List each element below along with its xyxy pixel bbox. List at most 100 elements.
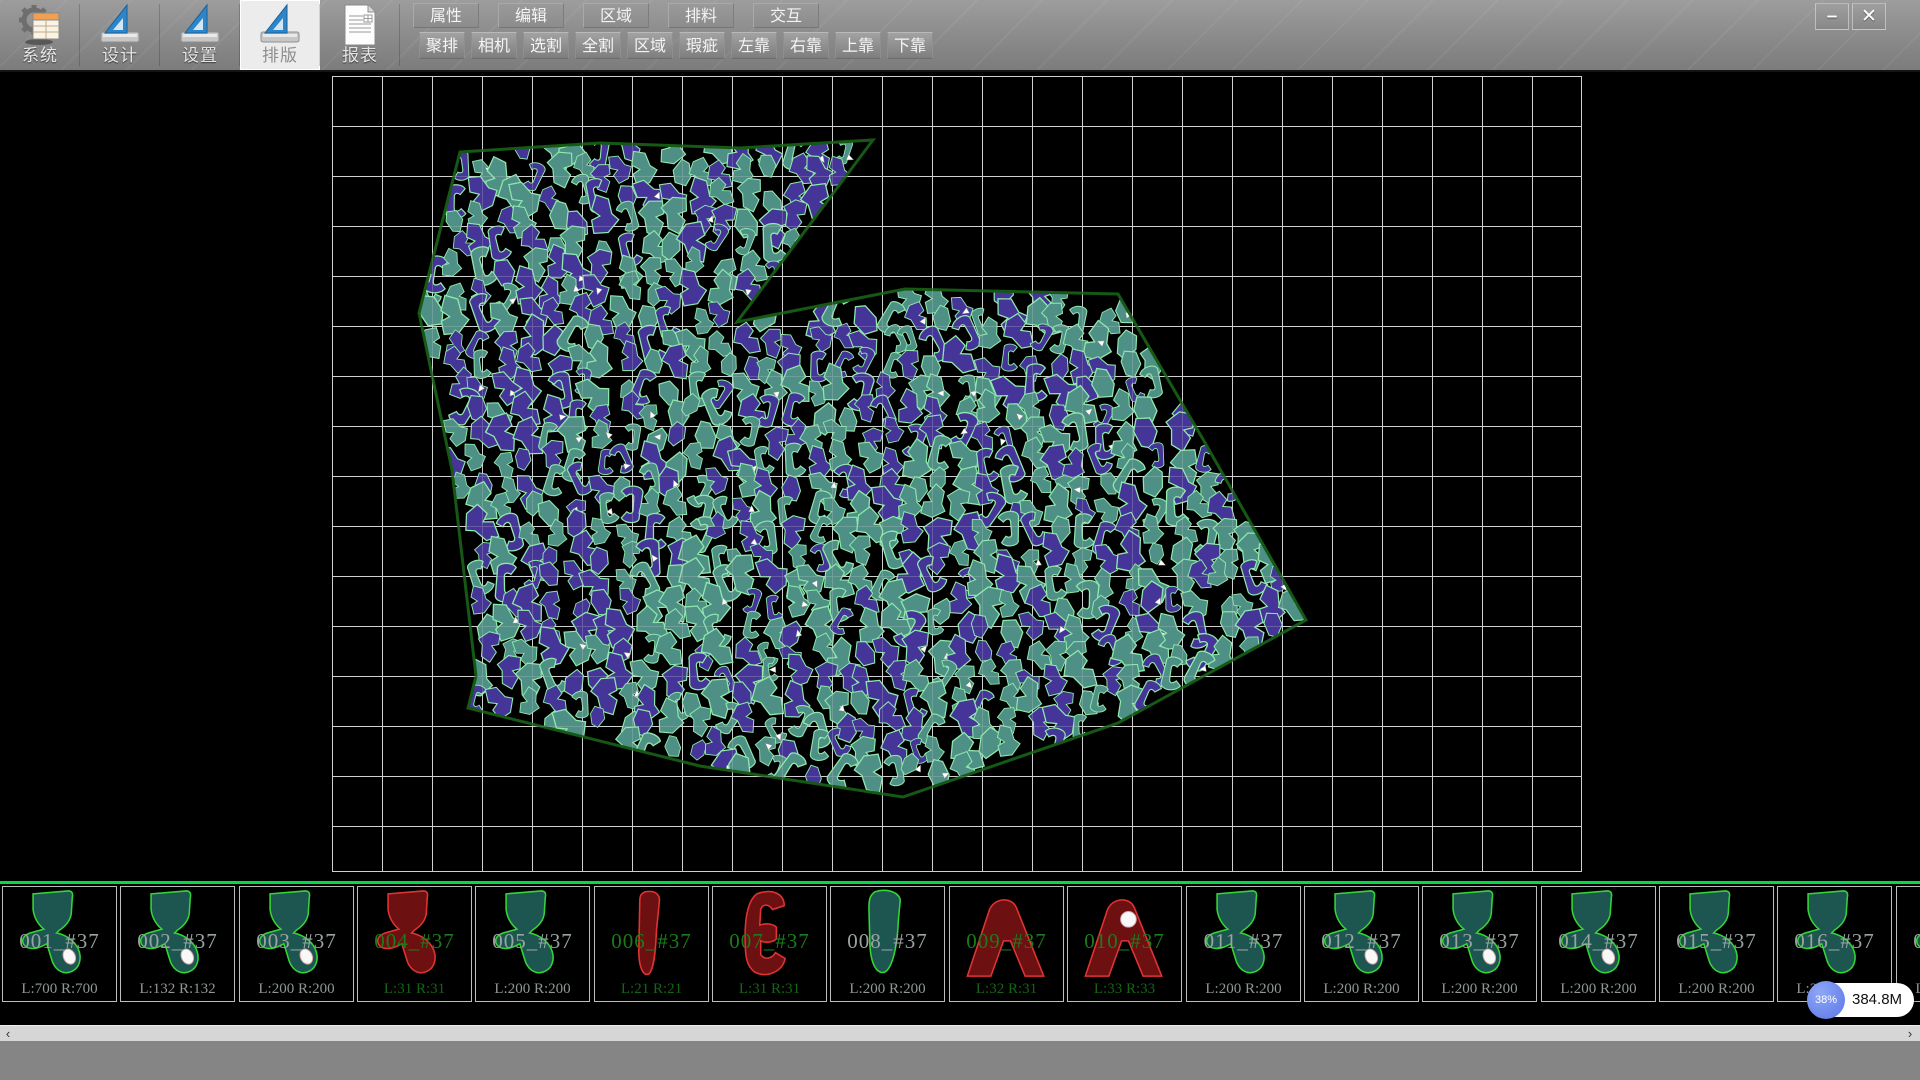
- part-thumbnail-10[interactable]: 010_#37 L:33 R:33: [1067, 886, 1182, 1002]
- tool-button-9[interactable]: 上靠: [835, 32, 881, 59]
- tool-button-10[interactable]: 下靠: [887, 32, 933, 59]
- nested-piece[interactable]: [742, 610, 762, 639]
- nested-piece[interactable]: [819, 363, 853, 404]
- menu-tab-3[interactable]: 区域: [583, 3, 649, 28]
- nested-piece[interactable]: [1148, 442, 1166, 469]
- nested-piece[interactable]: [782, 442, 806, 478]
- nested-piece[interactable]: [624, 423, 641, 451]
- nested-piece[interactable]: [1120, 349, 1142, 378]
- nested-piece[interactable]: [517, 686, 546, 719]
- part-thumbnail-12[interactable]: 012_#37L:200 R:200: [1304, 886, 1419, 1002]
- part-thumbnail-13[interactable]: 013_#37L:200 R:200: [1422, 886, 1537, 1002]
- part-name: 010_#37: [1068, 929, 1181, 954]
- part-thumbnail-11[interactable]: 011_#37L:200 R:200: [1186, 886, 1301, 1002]
- part-thumbnail-14[interactable]: 014_#37 L:200 R:200: [1541, 886, 1656, 1002]
- part-name: 012_#37: [1305, 929, 1418, 954]
- part-thumbnail-5[interactable]: 005_#37L:200 R:200: [475, 886, 590, 1002]
- nested-piece[interactable]: [1090, 684, 1110, 713]
- nested-piece[interactable]: [738, 415, 760, 447]
- nested-hide[interactable]: [332, 76, 1582, 872]
- scroll-left-icon[interactable]: ‹: [0, 1026, 16, 1042]
- part-thumbnail-9[interactable]: 009_#37 L:32 R:31: [949, 886, 1064, 1002]
- nested-piece[interactable]: [467, 394, 488, 422]
- nested-piece[interactable]: [1073, 513, 1094, 548]
- nested-piece[interactable]: [679, 269, 707, 306]
- module-label: 排版: [240, 41, 320, 66]
- part-lr-count: L:33 R:33: [1068, 981, 1181, 998]
- part-lr-count: L:21 R:21: [595, 981, 708, 998]
- nested-piece[interactable]: [571, 690, 590, 718]
- horizontal-scrollbar[interactable]: ‹ ›: [0, 1025, 1920, 1041]
- nested-piece[interactable]: [589, 419, 617, 452]
- nested-piece[interactable]: [1001, 344, 1018, 372]
- part-name: 008_#37: [831, 929, 944, 954]
- module-separator: [399, 4, 400, 66]
- notch-marker-icon: [998, 438, 1007, 447]
- nested-piece[interactable]: [635, 197, 667, 237]
- module-2[interactable]: 设计: [80, 0, 160, 70]
- nested-piece[interactable]: [613, 724, 643, 762]
- part-name: 014_#37: [1542, 929, 1655, 954]
- part-lr-count: L:200 R:200: [1542, 981, 1655, 998]
- part-name: 007_#37: [713, 929, 826, 954]
- nested-piece[interactable]: [463, 441, 487, 471]
- nested-piece[interactable]: [615, 199, 642, 233]
- tool-button-4[interactable]: 全割: [575, 32, 621, 59]
- nested-piece[interactable]: [851, 345, 876, 377]
- nested-piece[interactable]: [661, 344, 689, 380]
- nested-piece[interactable]: [1195, 444, 1215, 473]
- part-thumbnail-1[interactable]: 001_#37L:700 R:700: [2, 886, 117, 1002]
- menu-tab-5[interactable]: 交互: [753, 3, 819, 28]
- tool-button-1[interactable]: 聚排: [419, 32, 465, 59]
- part-name: 016_#37: [1778, 929, 1891, 954]
- nested-piece[interactable]: [976, 658, 1001, 688]
- nested-piece[interactable]: [1117, 589, 1140, 618]
- nested-piece[interactable]: [589, 706, 606, 728]
- nested-piece[interactable]: [664, 420, 689, 449]
- nested-piece[interactable]: [998, 511, 1021, 547]
- part-lr-count: L:200 R:200: [1660, 981, 1773, 998]
- part-thumbnail-6[interactable]: 006_#37 L:21 R:21: [594, 886, 709, 1002]
- tool-button-6[interactable]: 瑕疵: [679, 32, 725, 59]
- part-thumbnail-4[interactable]: 004_#37L:31 R:31: [357, 886, 472, 1002]
- nested-piece[interactable]: [1043, 663, 1068, 696]
- module-5[interactable]: 报表: [320, 0, 400, 70]
- part-thumbnail-2[interactable]: 002_#37L:132 R:132: [120, 886, 235, 1002]
- menu-tab-2[interactable]: 编辑: [498, 3, 564, 28]
- nested-piece[interactable]: [493, 451, 514, 479]
- nested-piece[interactable]: [620, 485, 643, 523]
- nested-piece[interactable]: [543, 463, 568, 498]
- nested-piece[interactable]: [924, 735, 945, 763]
- nested-piece[interactable]: [471, 349, 491, 379]
- part-thumbnail-7[interactable]: 007_#37L:31 R:31: [712, 886, 827, 1002]
- tool-button-3[interactable]: 选割: [523, 32, 569, 59]
- close-button[interactable]: ✕: [1852, 3, 1886, 30]
- menu-tab-1[interactable]: 属性: [413, 3, 479, 28]
- scroll-right-icon[interactable]: ›: [1902, 1026, 1918, 1042]
- tool-button-5[interactable]: 区域: [627, 32, 673, 59]
- part-name: 011_#37: [1187, 929, 1300, 954]
- module-1[interactable]: 系统: [0, 0, 80, 70]
- tool-button-2[interactable]: 相机: [471, 32, 517, 59]
- nested-piece[interactable]: [1140, 513, 1166, 546]
- tool-button-7[interactable]: 左靠: [731, 32, 777, 59]
- module-4[interactable]: 排版: [240, 0, 320, 70]
- part-thumbnail-3[interactable]: 003_#37L:200 R:200: [239, 886, 354, 1002]
- part-lr-count: L:32 R:31: [950, 981, 1063, 998]
- part-name: 001_#37: [3, 929, 116, 954]
- module-label: 设计: [80, 41, 160, 66]
- menu-tab-4[interactable]: 排料: [668, 3, 734, 28]
- part-name: 006_#37: [595, 929, 708, 954]
- nested-piece[interactable]: [589, 195, 622, 237]
- part-name: 009_#37: [950, 929, 1063, 954]
- part-thumbnail-8[interactable]: 008_#37L:200 R:200: [830, 886, 945, 1002]
- nested-piece[interactable]: [515, 448, 531, 470]
- part-thumbnail-15[interactable]: 015_#37L:200 R:200: [1659, 886, 1774, 1002]
- nested-piece[interactable]: [418, 328, 441, 359]
- nested-piece[interactable]: [781, 391, 807, 428]
- minimize-button[interactable]: –: [1815, 3, 1849, 30]
- tool-button-8[interactable]: 右靠: [783, 32, 829, 59]
- module-3[interactable]: 设置: [160, 0, 240, 70]
- nested-piece[interactable]: [663, 734, 682, 758]
- nested-piece[interactable]: [539, 590, 561, 619]
